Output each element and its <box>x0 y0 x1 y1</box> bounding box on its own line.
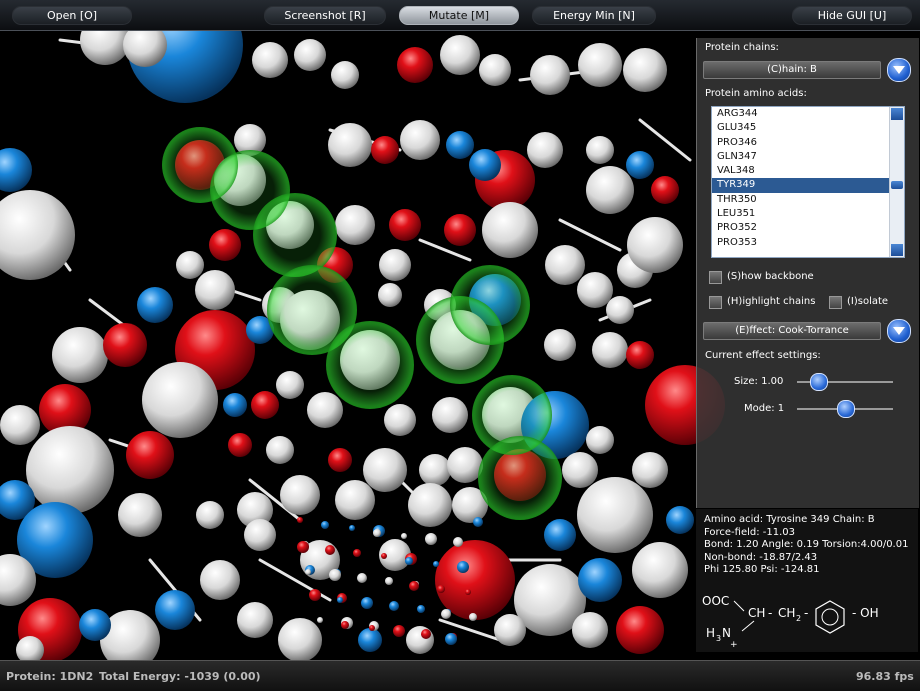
show-backbone-checkbox[interactable] <box>709 271 722 284</box>
fps-counter: 96.83 fps <box>856 670 914 683</box>
formula-dash-1: - <box>768 606 772 620</box>
amino-acid-list[interactable]: ARG344 GLU345 PRO346 GLN347 VAL348 TYR34… <box>711 106 905 258</box>
scrollbar-thumb[interactable] <box>891 181 903 189</box>
formula-sub3: 3 <box>716 634 721 643</box>
mode-slider-knob[interactable] <box>837 400 855 418</box>
formula-h: H <box>706 626 715 640</box>
top-toolbar: Open [O] Screenshot [R] Mutate [M] Energ… <box>0 0 920 31</box>
effect-dropdown-arrow-icon[interactable] <box>887 319 911 343</box>
list-item[interactable]: GLU345 <box>712 121 904 135</box>
chain-dropdown-arrow-icon[interactable] <box>887 58 911 82</box>
list-item[interactable]: PRO346 <box>712 136 904 150</box>
list-item[interactable]: PRO353 <box>712 236 904 250</box>
scroll-up-icon[interactable] <box>891 108 903 120</box>
control-panel: Protein chains: (C)hain: B Protein amino… <box>696 38 919 508</box>
formula-n: N <box>722 626 731 640</box>
list-scrollbar[interactable] <box>889 107 904 257</box>
non-bond-text: Non-bond: -18.87/2.43 <box>704 551 818 563</box>
formula-sub2: 2 <box>796 614 801 623</box>
effect-settings-label: Current effect settings: <box>705 350 821 361</box>
list-item[interactable]: GLN347 <box>712 150 904 164</box>
total-energy: Total Energy: -1039 (0.00) <box>99 670 261 683</box>
list-item-selected[interactable]: TYR349 <box>712 178 904 193</box>
formula-ooc: OOC <box>702 594 729 608</box>
size-label: Size: 1.00 <box>734 376 784 387</box>
hide-gui-button[interactable]: Hide GUI [U] <box>792 6 912 25</box>
show-backbone-label: (S)how backbone <box>727 271 814 282</box>
mode-label: Mode: 1 <box>744 403 785 414</box>
energy-min-button[interactable]: Energy Min [N] <box>532 6 656 25</box>
phi-psi-text: Phi 125.80 Psi: -124.81 <box>704 564 820 575</box>
highlight-chains-label: (H)ighlight chains <box>727 296 816 307</box>
size-slider-knob[interactable] <box>810 373 829 391</box>
list-item[interactable]: PRO352 <box>712 221 904 235</box>
screenshot-button[interactable]: Screenshot [R] <box>264 6 386 25</box>
formula-plus: + <box>730 640 738 650</box>
formula-ch2: CH <box>778 606 795 620</box>
isolate-checkbox[interactable] <box>829 296 842 309</box>
amino-acids-label: Protein amino acids: <box>705 88 807 99</box>
amino-acid-text: Amino acid: Tyrosine 349 Chain: B <box>704 514 875 525</box>
mutate-button[interactable]: Mutate [M] <box>399 6 519 25</box>
status-bar: Protein: 1DN2 Total Energy: -1039 (0.00)… <box>0 660 920 691</box>
amino-info-box: Amino acid: Tyrosine 349 Chain: B Force-… <box>696 509 918 652</box>
open-button[interactable]: Open [O] <box>12 6 132 25</box>
protein-name: Protein: 1DN2 <box>6 670 94 683</box>
protein-chains-label: Protein chains: <box>705 42 779 53</box>
isolate-label: (I)solate <box>847 296 889 307</box>
structural-formula: OOC CH - CH 2 - - OH H 3 N + <box>702 594 879 650</box>
chain-select[interactable]: (C)hain: B <box>703 61 881 79</box>
formula-oh: - OH <box>852 606 879 620</box>
list-item[interactable]: LEU351 <box>712 207 904 221</box>
effect-select[interactable]: (E)ffect: Cook-Torrance <box>703 322 881 340</box>
highlight-chains-checkbox[interactable] <box>709 296 722 309</box>
list-item[interactable]: VAL348 <box>712 164 904 178</box>
list-item[interactable]: THR350 <box>712 193 904 207</box>
bond-text: Bond: 1.20 Angle: 0.19 Torsion:4.00/0.01 <box>704 539 909 550</box>
formula-dash-2: - <box>804 606 808 620</box>
formula-ch: CH <box>748 606 765 620</box>
force-field-text: Force-field: -11.03 <box>704 526 796 538</box>
list-item[interactable]: ARG344 <box>712 107 904 121</box>
scroll-down-icon[interactable] <box>891 244 903 256</box>
